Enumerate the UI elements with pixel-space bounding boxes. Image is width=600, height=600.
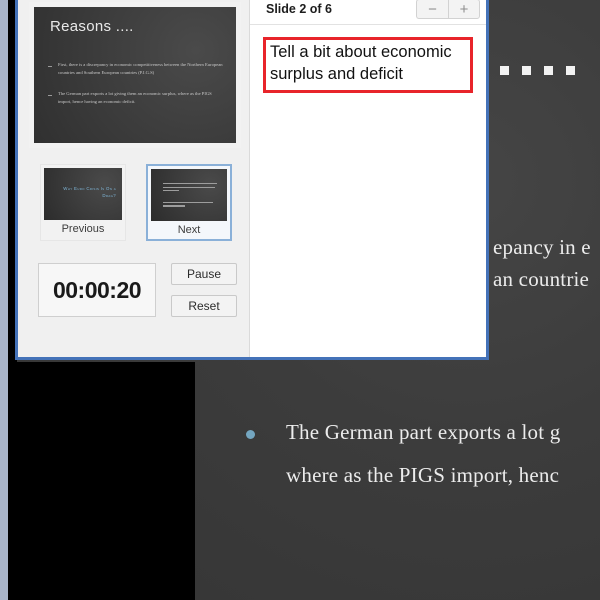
desktop-left-strip [0, 0, 8, 600]
slide-dot [544, 66, 553, 75]
notes-zoom-controls: − + [416, 0, 480, 19]
speaker-note-highlight-box: Tell a bit about economic surplus and de… [263, 37, 473, 93]
slide-counter: Slide 2 of 6 [266, 2, 332, 16]
slide-text-line-3: The German part exports a lot g [286, 420, 561, 444]
slide-dot [566, 66, 575, 75]
current-slide-preview[interactable]: Reasons .... First, there is a discrepan… [29, 2, 241, 148]
timer-controls: Pause Reset [171, 263, 237, 317]
current-slide-title: Reasons .... [50, 18, 134, 35]
slide-bullet-marker [246, 430, 255, 439]
slide-text-line-2: an countrie [493, 267, 590, 291]
next-slide-body-lines [163, 183, 219, 209]
speaker-notes-body[interactable]: Tell a bit about economic surplus and de… [250, 25, 486, 357]
current-slide-bullet: First, there is a discrepancy in economi… [48, 61, 224, 77]
previous-slide-image: Why Euro Crisis Is On a Drag? [44, 168, 122, 220]
slide-text-line-4: where as the PIGS import, henc [286, 463, 560, 487]
slide-dot [500, 66, 509, 75]
bullet-dash-icon [48, 95, 52, 97]
current-slide-body: First, there is a discrepancy in economi… [48, 61, 224, 119]
presenter-notes-column: Slide 2 of 6 − + Tell a bit about econom… [250, 0, 486, 357]
slide-text-line-1: epancy in e [493, 235, 591, 259]
timer-value: 00:00:20 [52, 276, 142, 303]
notes-header: Slide 2 of 6 − + [250, 0, 486, 25]
presentation-timer: 00:00:20 Pause Reset [38, 263, 249, 317]
presenter-view-window: Reasons .... First, there is a discrepan… [15, 0, 489, 360]
zoom-out-icon[interactable]: − [416, 0, 448, 19]
previous-slide-title: Why Euro Crisis Is On a Drag? [63, 186, 116, 198]
slide-thumbnail-row: Why Euro Crisis Is On a Drag? Previous N… [40, 164, 249, 241]
previous-slide-thumbnail[interactable]: Why Euro Crisis Is On a Drag? Previous [40, 164, 126, 241]
next-slide-thumbnail[interactable]: Next [146, 164, 232, 241]
pause-button[interactable]: Pause [171, 263, 237, 285]
slide-decoration-dots [500, 66, 575, 75]
current-slide-bullet: The German part exports a lot giving the… [48, 90, 224, 106]
previous-button-label: Previous [44, 220, 122, 238]
reset-button[interactable]: Reset [171, 295, 237, 317]
next-button-label: Next [151, 221, 227, 239]
presenter-left-column: Reasons .... First, there is a discrepan… [18, 0, 250, 357]
current-slide-bullet-text: The German part exports a lot giving the… [58, 91, 212, 105]
speaker-note-text: Tell a bit about economic surplus and de… [270, 43, 452, 83]
bullet-dash-icon [48, 66, 52, 67]
current-slide-canvas: Reasons .... First, there is a discrepan… [34, 7, 236, 143]
zoom-in-icon[interactable]: + [448, 0, 480, 19]
black-letterbox-panel [0, 362, 195, 600]
timer-display: 00:00:20 [38, 263, 156, 317]
slide-dot [522, 66, 531, 75]
current-slide-bullet-text: First, there is a discrepancy in economi… [58, 62, 223, 76]
next-slide-image [151, 169, 227, 221]
